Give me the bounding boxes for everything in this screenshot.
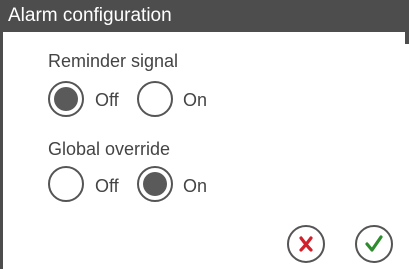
reminder-signal-off-label[interactable]: Off	[95, 90, 119, 111]
global-override-off-radio[interactable]	[48, 166, 84, 202]
dialog-title: Alarm configuration	[8, 5, 172, 26]
dialog-border-right	[405, 32, 409, 44]
reminder-signal-label: Reminder signal	[48, 51, 179, 71]
global-override-on-radio[interactable]	[137, 166, 173, 202]
cancel-button[interactable]	[287, 225, 325, 263]
title-bar: Alarm configuration	[0, 0, 409, 32]
radio-selected-dot	[54, 87, 78, 111]
global-override-on-label[interactable]: On	[183, 176, 207, 197]
confirm-button[interactable]	[355, 225, 393, 263]
checkmark-icon	[365, 235, 383, 252]
dialog-border-left	[0, 32, 3, 269]
reminder-signal-on-label[interactable]: On	[183, 90, 207, 111]
global-override-label: Global override	[48, 139, 171, 159]
reminder-signal-off-radio[interactable]	[48, 81, 84, 117]
global-override-off-label[interactable]: Off	[95, 176, 119, 197]
radio-selected-dot	[143, 172, 167, 196]
x-icon	[299, 236, 313, 252]
reminder-signal-on-radio[interactable]	[137, 81, 173, 117]
alarm-configuration-dialog: Alarm configuration Reminder signal Off …	[0, 0, 409, 269]
